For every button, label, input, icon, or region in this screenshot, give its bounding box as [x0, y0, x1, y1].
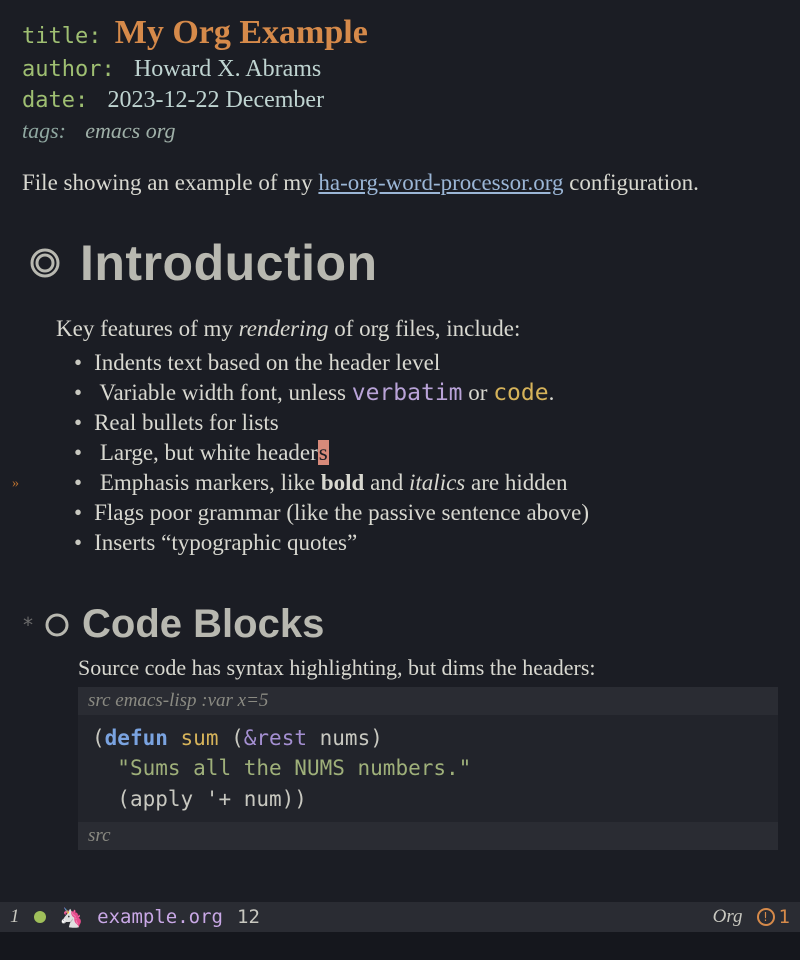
source-block: Source code has syntax highlighting, but…: [78, 655, 778, 850]
list-item: » Emphasis markers, like bold and italic…: [74, 470, 778, 496]
intro-pre: File showing an example of my: [22, 170, 318, 195]
list-item: Inserts “typographic quotes”: [74, 530, 778, 556]
src-begin: src emacs-lisp :var x=5: [78, 687, 778, 715]
line-number: 12: [237, 906, 260, 928]
list-item: Large, but white headers: [74, 440, 778, 466]
echo-area: [0, 932, 800, 960]
heading-bullet-icon: [44, 612, 70, 638]
list-item: Indents text based on the header level: [74, 350, 778, 376]
src-intro: Source code has syntax highlighting, but…: [78, 655, 778, 681]
meta-title: title: My Org Example: [22, 14, 778, 52]
buffer-name[interactable]: example.org: [97, 906, 223, 928]
cursor: s: [318, 440, 329, 465]
meta-val-author: Howard X. Abrams: [134, 56, 321, 82]
heading-bullet-icon: [28, 246, 62, 280]
warning-count: 1: [779, 906, 790, 928]
meta-key-date: date:: [22, 88, 88, 113]
italic-text: italics: [409, 470, 465, 495]
heading-2: * Code Blocks: [22, 602, 778, 647]
editor-buffer[interactable]: title: My Org Example author: Howard X. …: [0, 0, 800, 910]
intro-paragraph: File showing an example of my ha-org-wor…: [22, 170, 778, 196]
meta-key-tags: tags:: [22, 118, 66, 143]
modified-indicator-icon: [34, 911, 46, 923]
fringe-marker-icon: »: [12, 476, 19, 492]
list-item: Real bullets for lists: [74, 410, 778, 436]
meta-val-date: 2023-12-22 December: [107, 87, 324, 113]
major-mode[interactable]: Org: [713, 906, 743, 928]
meta-author: author: Howard X. Abrams: [22, 56, 778, 83]
bold-text: bold: [321, 470, 364, 495]
meta-val-tags: emacs org: [85, 118, 175, 143]
doc-title: My Org Example: [115, 14, 368, 51]
heading-1: Introduction: [28, 234, 778, 292]
list-item: Flags poor grammar (like the passive sen…: [74, 500, 778, 526]
feature-list: Indents text based on the header level V…: [56, 350, 778, 556]
heading-1-text: Introduction: [80, 234, 378, 292]
warning-icon: !: [757, 908, 775, 926]
intro-post: configuration.: [563, 170, 698, 195]
lead-pre: Key features of my: [56, 316, 239, 341]
meta-key-author: author:: [22, 57, 115, 82]
list-item: Variable width font, unless verbatim or …: [74, 380, 778, 406]
verbatim-text: verbatim: [352, 380, 463, 406]
section-body: Key features of my rendering of org file…: [56, 316, 778, 556]
code-text: code: [493, 380, 548, 406]
lead-em: rendering: [239, 316, 329, 341]
modeline[interactable]: 1 🦄 example.org 12 Org ! 1: [0, 902, 800, 932]
flycheck-warning[interactable]: ! 1: [757, 906, 790, 928]
unicorn-icon: 🦄: [60, 906, 84, 929]
lead-post: of org files, include:: [329, 316, 521, 341]
heading-2-text: Code Blocks: [82, 602, 324, 647]
meta-tags: tags: emacs org: [22, 118, 778, 144]
meta-key-title: title:: [22, 24, 101, 49]
heading-star: *: [22, 613, 34, 637]
src-end: src: [78, 822, 778, 850]
config-link[interactable]: ha-org-word-processor.org: [318, 170, 563, 195]
evil-state: 1: [10, 906, 20, 928]
src-code[interactable]: (defun sum (&rest nums) "Sums all the NU…: [78, 715, 778, 822]
meta-date: date: 2023-12-22 December: [22, 87, 778, 114]
